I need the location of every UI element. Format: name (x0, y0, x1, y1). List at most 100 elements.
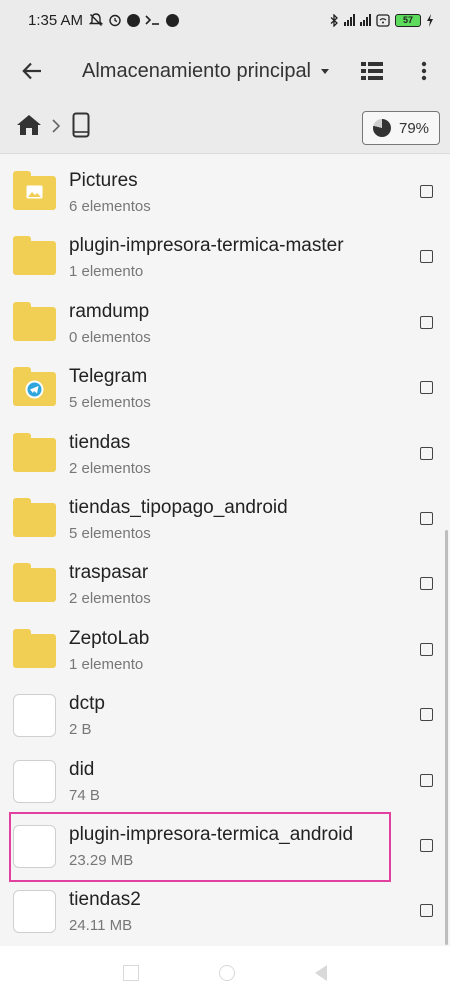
signal-icon (360, 14, 371, 26)
page-title: Almacenamiento principal (82, 59, 312, 82)
item-meta: 2 B (69, 721, 92, 739)
item-name: did (69, 758, 95, 780)
item-meta: 0 elementos (69, 328, 151, 346)
item-meta: 1 elemento (69, 655, 144, 673)
home-icon (17, 115, 41, 135)
file-icon (13, 825, 56, 868)
list-item[interactable]: Pictures 6 elementos (0, 160, 440, 225)
item-name: tiendas (69, 431, 131, 453)
storage-percent: 79% (398, 119, 430, 137)
charging-icon (427, 13, 433, 27)
folder-icon (13, 563, 56, 603)
back-button[interactable] (0, 40, 64, 102)
item-checkbox[interactable] (420, 577, 433, 591)
system-navigation-bar (0, 946, 450, 1000)
terminal-icon (145, 15, 160, 25)
item-name: ramdump (69, 300, 150, 322)
recents-button[interactable] (123, 965, 139, 981)
list-view-icon (361, 62, 383, 80)
breadcrumb-home[interactable] (16, 114, 42, 141)
breadcrumb: 79% (0, 102, 450, 154)
item-name: Telegram (69, 366, 148, 388)
folder-icon (13, 498, 56, 537)
chevron-right-icon (52, 117, 61, 138)
list-item[interactable]: Telegram 5 elementos (0, 356, 440, 421)
item-checkbox[interactable] (420, 642, 433, 656)
file-list: Pictures 6 elementos plugin-impresora-term… (0, 154, 450, 946)
breadcrumb-device[interactable] (72, 112, 90, 143)
item-meta: 2 elementos (69, 459, 151, 477)
item-checkbox[interactable] (420, 512, 433, 525)
item-name: plugin-impresora-termica-master (69, 235, 344, 257)
mute-bell-icon (89, 13, 104, 26)
more-options-button[interactable] (398, 40, 450, 102)
folder-icon (13, 628, 56, 668)
item-name: dctp (69, 693, 105, 715)
bluetooth-icon (330, 13, 338, 27)
item-meta: 1 elemento (69, 263, 144, 281)
item-checkbox[interactable] (420, 839, 433, 852)
list-item[interactable]: plugin-impresora-termica_android 23.29 MB (0, 814, 440, 879)
list-item[interactable]: ZeptoLab 1 elemento (0, 618, 440, 683)
item-checkbox[interactable] (420, 185, 433, 198)
item-checkbox[interactable] (420, 381, 433, 395)
file-icon (13, 694, 56, 738)
alarm-icon (109, 14, 121, 27)
item-checkbox[interactable] (420, 315, 433, 329)
list-item[interactable]: traspasar 2 elementos (0, 552, 440, 617)
scrollbar[interactable] (445, 530, 448, 945)
item-meta: 5 elementos (69, 394, 151, 412)
list-item[interactable]: plugin-impresora-termica-master 1 element… (0, 225, 440, 290)
storage-selector[interactable]: Almacenamiento principal (64, 60, 346, 83)
app-toolbar: Almacenamiento principal (0, 40, 450, 102)
item-checkbox[interactable] (420, 773, 433, 787)
item-name: traspasar (69, 562, 149, 584)
file-icon (13, 890, 56, 934)
folder-icon (13, 236, 56, 276)
item-meta: 24.11 MB (69, 917, 133, 935)
notification-dot-icon (166, 13, 180, 27)
item-meta: 2 elementos (69, 590, 151, 608)
item-meta: 74 B (69, 786, 100, 804)
signal-icon (344, 14, 355, 26)
folder-icon (13, 432, 56, 472)
battery-icon: 57 (395, 13, 421, 27)
item-checkbox[interactable] (420, 446, 433, 460)
item-name: tiendas_tipopago_android (69, 497, 288, 518)
folder-pictures-icon (13, 171, 56, 210)
folder-icon (13, 301, 56, 341)
arrow-left-icon (22, 62, 41, 80)
wifi-icon (376, 13, 390, 27)
home-button[interactable] (219, 965, 235, 981)
list-item[interactable]: tiendas2 24.11 MB (0, 879, 440, 944)
list-item[interactable]: ramdump 0 elementos (0, 291, 440, 356)
item-checkbox[interactable] (420, 708, 433, 722)
item-checkbox[interactable] (420, 904, 433, 918)
list-item[interactable]: did 74 B (0, 749, 440, 814)
item-name: tiendas2 (69, 889, 141, 911)
item-meta: 23.29 MB (69, 852, 134, 869)
status-system-icons: 57 (330, 13, 434, 27)
item-meta: 6 elementos (69, 198, 151, 215)
status-notification-icons (89, 13, 180, 27)
smartphone-icon (72, 112, 90, 138)
item-name: plugin-impresora-termica_android (69, 824, 354, 845)
file-icon (13, 759, 56, 803)
item-checkbox[interactable] (420, 250, 433, 264)
storage-usage-button[interactable]: 79% (362, 111, 440, 145)
chevron-down-icon (321, 68, 330, 74)
list-view-button[interactable] (346, 40, 398, 102)
item-meta: 5 elementos (69, 525, 151, 542)
pie-chart-icon (372, 119, 391, 137)
item-name: ZeptoLab (69, 627, 150, 649)
list-item[interactable]: dctp 2 B (0, 683, 440, 748)
notification-dot-icon (127, 13, 141, 27)
folder-telegram-icon (13, 367, 56, 407)
item-name: Pictures (69, 170, 138, 191)
status-bar: 1:35 AM 57 (0, 0, 450, 40)
status-time: 1:35 AM (28, 11, 84, 29)
more-vert-icon (421, 61, 427, 81)
list-item[interactable]: tiendas 2 elementos (0, 422, 440, 487)
list-item[interactable]: tiendas_tipopago_android 5 elementos (0, 487, 440, 552)
back-nav-button[interactable] (315, 965, 327, 981)
